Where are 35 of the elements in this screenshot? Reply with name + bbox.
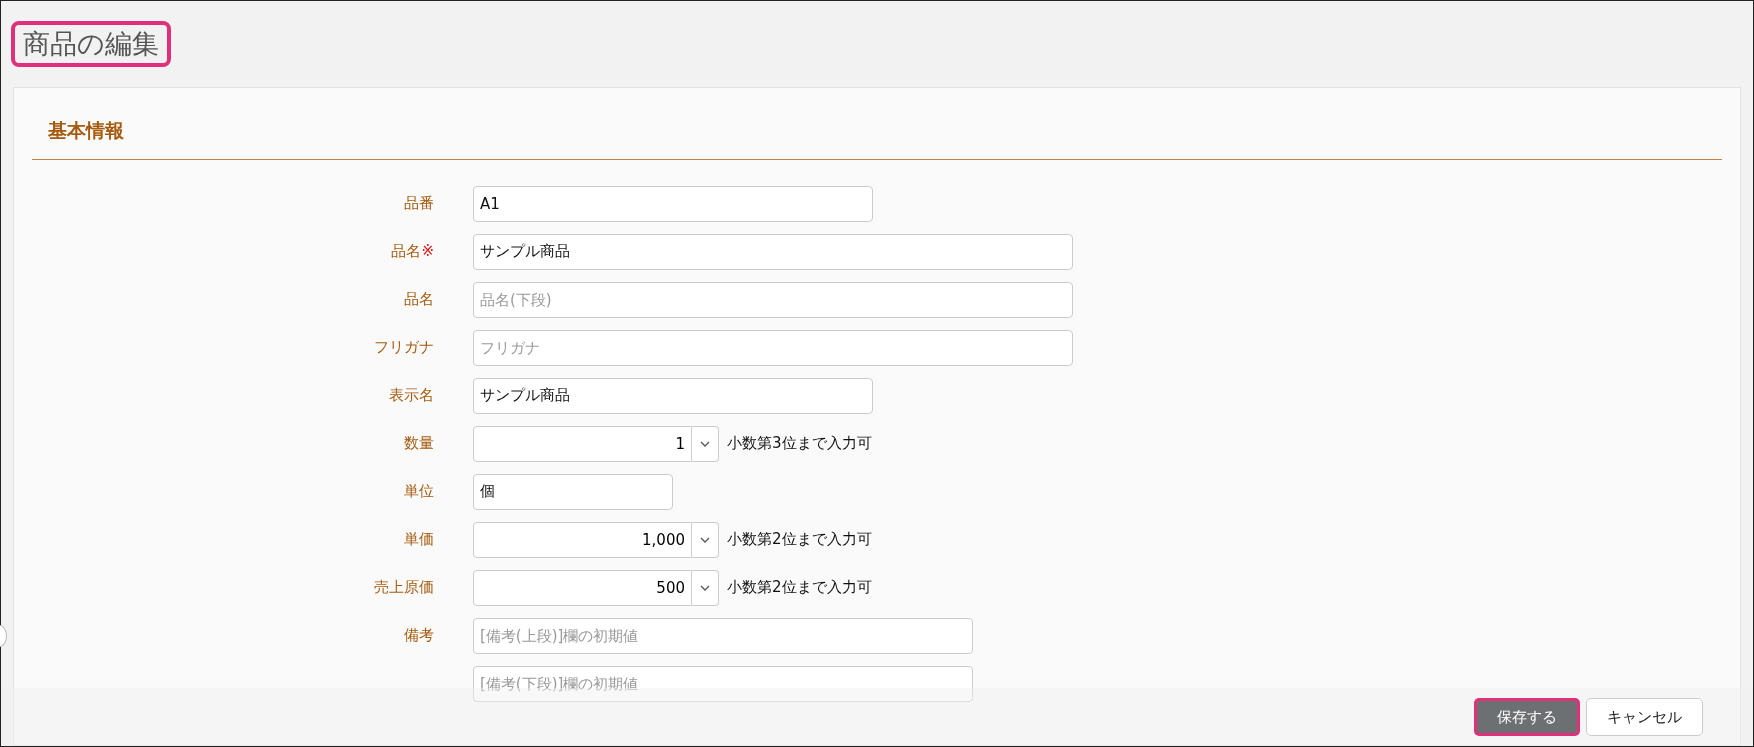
- chevron-down-icon: [700, 536, 710, 543]
- input-field[interactable]: A1: [473, 185, 873, 222]
- section-heading: 基本情報: [32, 88, 1722, 160]
- hint-text: 小数第3位まで入力可: [727, 433, 872, 455]
- field-label: 品名: [404, 290, 434, 309]
- field-label: 表示名: [389, 386, 434, 405]
- field-label: 売上原価: [374, 578, 434, 597]
- chevron-down-icon: [700, 440, 710, 447]
- input-field[interactable]: [備考(下段)]欄の初期値: [473, 665, 973, 702]
- field-label: フリガナ: [374, 338, 434, 357]
- number-field[interactable]: 1: [473, 425, 692, 462]
- required-mark: ※: [421, 242, 434, 261]
- field-label: 備考: [404, 626, 434, 645]
- dropdown-button[interactable]: [692, 569, 719, 606]
- input-field[interactable]: サンプル商品: [473, 233, 1073, 270]
- number-field[interactable]: 500: [473, 569, 692, 606]
- field-label: 単価: [404, 530, 434, 549]
- field-label: 品番: [404, 194, 434, 213]
- hint-text: 小数第2位まで入力可: [727, 577, 872, 599]
- input-field[interactable]: 品名(下段): [473, 281, 1073, 318]
- input-field[interactable]: フリガナ: [473, 329, 1073, 366]
- page-title: 商品の編集: [11, 21, 171, 67]
- hint-text: 小数第2位まで入力可: [727, 529, 872, 551]
- dropdown-button[interactable]: [692, 425, 719, 462]
- number-field[interactable]: 1,000: [473, 521, 692, 558]
- field-label: 数量: [404, 434, 434, 453]
- field-label: 品名: [391, 242, 422, 261]
- dropdown-button[interactable]: [692, 521, 719, 558]
- input-field[interactable]: [備考(上段)]欄の初期値: [473, 617, 973, 654]
- save-button[interactable]: 保存する: [1474, 698, 1580, 736]
- cancel-button[interactable]: キャンセル: [1586, 698, 1703, 736]
- chevron-down-icon: [700, 584, 710, 591]
- input-field[interactable]: 個: [473, 473, 673, 510]
- input-field[interactable]: サンプル商品: [473, 377, 873, 414]
- field-label: 単位: [404, 482, 434, 501]
